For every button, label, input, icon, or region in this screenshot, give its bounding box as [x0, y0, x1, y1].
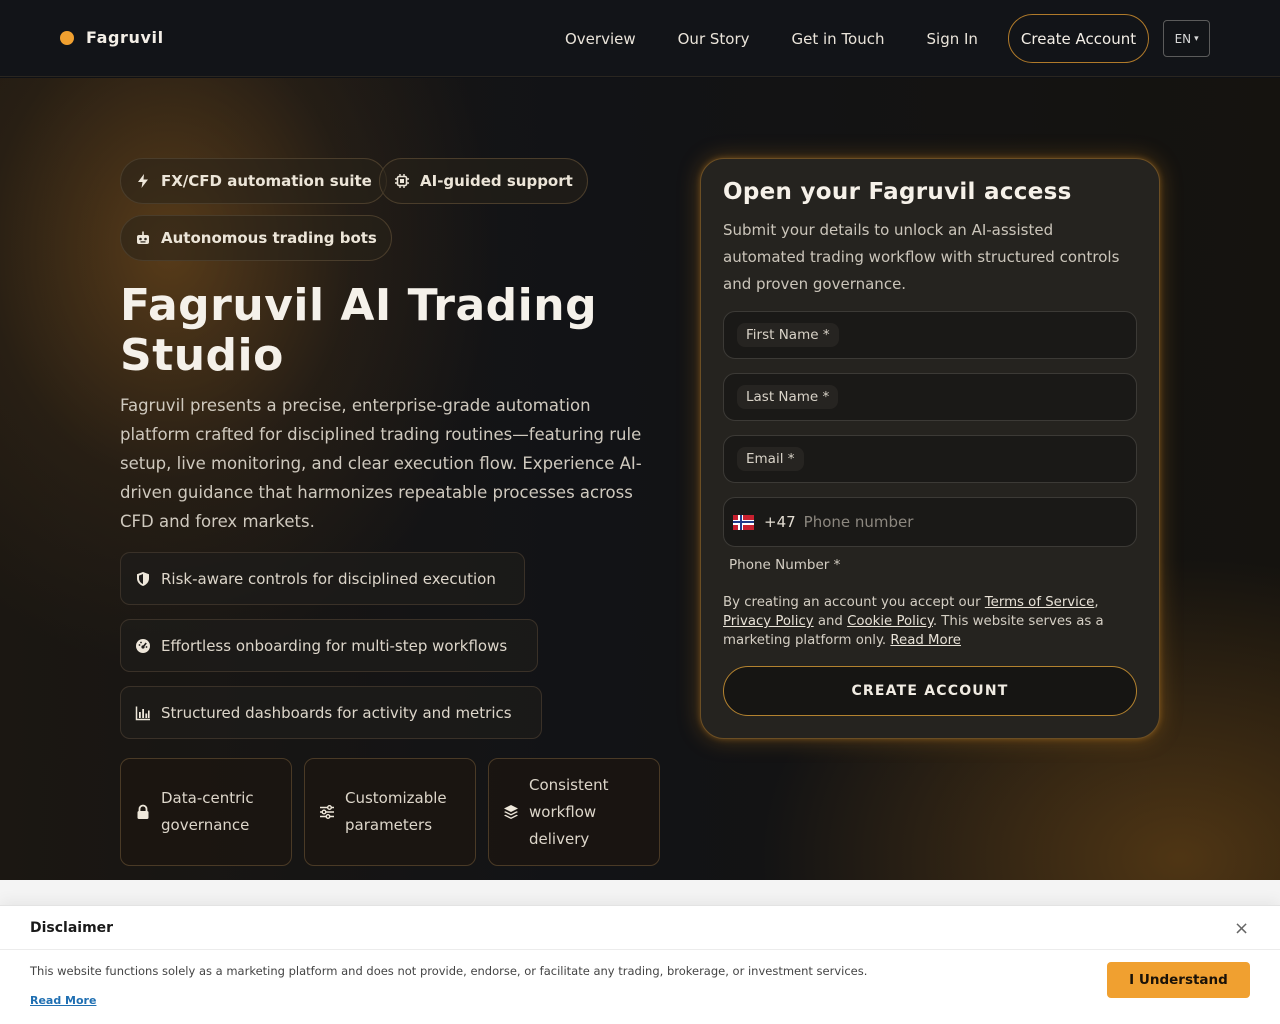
terms-and: and	[813, 614, 848, 629]
phone-field: +47	[723, 497, 1137, 547]
phone-dial-code[interactable]: +47	[764, 513, 796, 531]
card-parameters: Customizable parameters	[304, 758, 476, 866]
brand-logo[interactable]: Fagruvil	[60, 28, 164, 47]
chip-icon	[395, 174, 409, 188]
close-icon[interactable]: ×	[1234, 918, 1249, 939]
email-label: Email *	[737, 447, 804, 471]
page-below-hero	[0, 880, 1280, 905]
last-name-label: Last Name *	[737, 385, 839, 409]
bar-chart-icon	[135, 706, 150, 720]
hero-description: Fagruvil presents a precise, enterprise-…	[120, 396, 642, 531]
feature-label: Structured dashboards for activity and m…	[161, 703, 512, 722]
phone-input[interactable]	[803, 513, 1104, 531]
shield-icon	[137, 571, 149, 586]
card-label: Customizable parameters	[345, 789, 447, 834]
language-code: EN	[1174, 31, 1192, 46]
disclaimer-title: Disclaimer	[30, 920, 114, 936]
last-name-field[interactable]: Last Name *	[723, 373, 1137, 421]
logo-dot-icon	[60, 30, 74, 45]
i-understand-button[interactable]: I Understand	[1107, 962, 1250, 998]
disclaimer-text: This website functions solely as a marke…	[30, 964, 868, 978]
terms-of-service-link[interactable]: Terms of Service	[985, 595, 1095, 610]
disclaimer-banner: Disclaimer × This website functions sole…	[0, 905, 1280, 1024]
bolt-icon	[138, 174, 148, 188]
hero-title: Fagruvil AI Trading Studio	[120, 280, 598, 381]
nav-link-our-story[interactable]: Our Story	[657, 30, 771, 48]
robot-icon	[137, 231, 149, 244]
card-governance: Data-centric governance	[120, 758, 292, 866]
email-field[interactable]: Email *	[723, 435, 1137, 483]
chevron-down-icon: ▾	[1194, 33, 1199, 44]
feature-label: Risk-aware controls for disciplined exec…	[161, 569, 496, 588]
language-selector[interactable]: EN ▾	[1163, 20, 1211, 57]
feature-onboarding: Effortless onboarding for multi-step wor…	[120, 619, 538, 672]
nav-link-get-in-touch[interactable]: Get in Touch	[771, 30, 906, 48]
gauge-icon	[136, 638, 150, 653]
lock-icon	[137, 804, 149, 819]
terms-separator: ,	[1094, 595, 1099, 610]
read-more-link[interactable]: Read More	[890, 633, 961, 648]
pill-label: Autonomous trading bots	[161, 229, 377, 247]
disclaimer-read-more-link[interactable]: Read More	[30, 994, 96, 1007]
privacy-policy-link[interactable]: Privacy Policy	[723, 614, 814, 629]
cookie-policy-link[interactable]: Cookie Policy	[847, 614, 933, 629]
first-name-field[interactable]: First Name *	[723, 311, 1137, 359]
main-nav: Overview Our Story Get in Touch Sign In …	[544, 14, 1211, 63]
brand-name: Fagruvil	[86, 28, 164, 47]
nav-link-overview[interactable]: Overview	[544, 30, 657, 48]
feature-risk-controls: Risk-aware controls for disciplined exec…	[120, 552, 525, 605]
create-account-submit-button[interactable]: CREATE ACCOUNT	[723, 666, 1137, 716]
signup-form-panel: Open your Fagruvil access Submit your de…	[700, 158, 1160, 739]
nav-link-sign-in[interactable]: Sign In	[906, 30, 999, 48]
layers-icon	[504, 805, 518, 819]
phone-number-label: Phone Number *	[729, 557, 841, 573]
feature-label: Effortless onboarding for multi-step wor…	[161, 636, 508, 655]
pill-label: AI-guided support	[420, 172, 573, 190]
pill-ai-support: AI-guided support	[379, 158, 588, 204]
sliders-icon	[320, 805, 334, 819]
form-description: Submit your details to unlock an AI-assi…	[723, 221, 1120, 293]
disclaimer-divider	[0, 949, 1280, 950]
site-header: Fagruvil Overview Our Story Get in Touch…	[0, 0, 1280, 77]
terms-prefix: By creating an account you accept our	[723, 595, 985, 610]
card-label: Data-centric governance	[161, 789, 254, 834]
pill-trading-bots: Autonomous trading bots	[120, 215, 392, 261]
terms-notice: By creating an account you accept our Te…	[723, 593, 1139, 650]
feature-dashboards: Structured dashboards for activity and m…	[120, 686, 542, 739]
form-title: Open your Fagruvil access	[723, 179, 1072, 205]
norway-flag-icon[interactable]	[733, 514, 754, 530]
card-workflow: Consistent workflow delivery	[488, 758, 660, 866]
pill-label: FX/CFD automation suite	[161, 172, 372, 190]
card-label: Consistent workflow delivery	[529, 775, 609, 848]
create-account-nav-button[interactable]: Create Account	[1007, 14, 1150, 63]
pill-fx-cfd: FX/CFD automation suite	[120, 158, 387, 204]
hero-section: FX/CFD automation suite AI-guided suppor…	[0, 78, 1280, 880]
first-name-label: First Name *	[737, 323, 839, 347]
